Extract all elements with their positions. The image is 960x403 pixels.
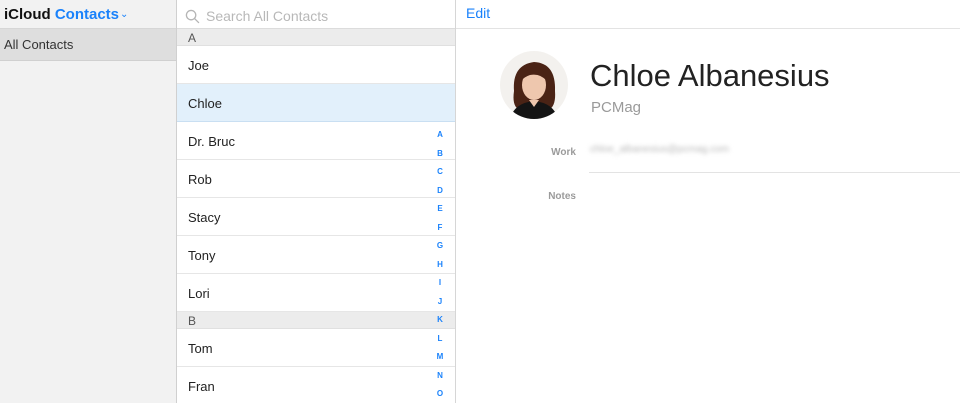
field-divider bbox=[589, 172, 960, 173]
index-letter[interactable]: H bbox=[437, 256, 443, 275]
contact-row[interactable]: Tony bbox=[177, 236, 455, 274]
work-label: Work bbox=[551, 147, 576, 158]
groups-pane: iCloud Contacts⌄ All Contacts bbox=[0, 0, 177, 403]
contact-row[interactable]: Stacy bbox=[177, 198, 455, 236]
notes-label: Notes bbox=[548, 191, 576, 202]
brand-label: iCloud bbox=[4, 6, 51, 23]
alphabet-index[interactable]: A B C D E F G H I J K L M N O bbox=[433, 126, 447, 403]
contact-row[interactable]: Tom bbox=[177, 329, 455, 367]
chevron-down-icon[interactable]: ⌄ bbox=[120, 9, 128, 20]
detail-toolbar: Edit bbox=[456, 0, 960, 29]
group-all-contacts[interactable]: All Contacts bbox=[0, 29, 176, 61]
contact-row[interactable]: Lori bbox=[177, 274, 455, 312]
index-letter[interactable]: F bbox=[438, 219, 443, 238]
index-letter[interactable]: G bbox=[437, 237, 443, 256]
index-letter[interactable]: M bbox=[437, 348, 444, 367]
contact-row[interactable]: Joe bbox=[177, 46, 455, 84]
index-letter[interactable]: L bbox=[438, 330, 443, 349]
section-header-a: A bbox=[177, 29, 455, 46]
index-letter[interactable]: J bbox=[438, 293, 442, 312]
contact-list-pane: A Joe Chloe Dr. Bruc Rob Stacy Tony Lori… bbox=[177, 0, 456, 403]
contact-detail-pane: Edit Chloe Albanesius PCMag Work chloe_a… bbox=[456, 0, 960, 403]
avatar-photo bbox=[500, 51, 568, 119]
contact-row[interactable]: Dr. Bruc bbox=[177, 122, 455, 160]
contact-row[interactable]: Fran bbox=[177, 367, 455, 403]
groups-header: iCloud Contacts⌄ bbox=[0, 0, 176, 29]
index-letter[interactable]: B bbox=[437, 145, 443, 164]
index-letter[interactable]: N bbox=[437, 367, 443, 386]
index-letter[interactable]: A bbox=[437, 126, 443, 145]
index-letter[interactable]: C bbox=[437, 163, 443, 182]
search-icon bbox=[185, 9, 200, 23]
index-letter[interactable]: E bbox=[437, 200, 442, 219]
index-letter[interactable]: O bbox=[437, 385, 443, 403]
contact-row-selected[interactable]: Chloe bbox=[177, 84, 455, 122]
index-letter[interactable]: I bbox=[439, 274, 441, 293]
search-bar bbox=[177, 0, 455, 29]
contact-company: PCMag bbox=[591, 99, 642, 116]
index-letter[interactable]: D bbox=[437, 182, 443, 201]
contact-row[interactable]: Rob bbox=[177, 160, 455, 198]
edit-button[interactable]: Edit bbox=[466, 5, 490, 21]
app-switcher[interactable]: Contacts bbox=[55, 6, 119, 23]
section-header-b: B bbox=[177, 312, 455, 329]
contact-name: Chloe Albanesius bbox=[590, 58, 830, 93]
work-email-value[interactable]: chloe_albanesius@pcmag.com bbox=[590, 144, 729, 155]
index-letter[interactable]: K bbox=[437, 311, 443, 330]
search-input[interactable] bbox=[206, 8, 426, 24]
avatar bbox=[500, 51, 568, 119]
